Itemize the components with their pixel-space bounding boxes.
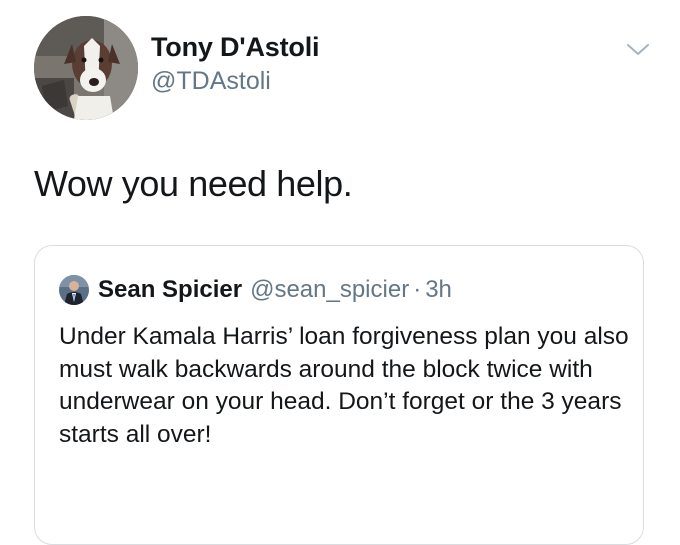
author-display-name[interactable]: Tony D'Astoli	[151, 30, 320, 64]
quoted-author-handle[interactable]: @sean_spicier	[250, 276, 409, 304]
quoted-author-display-name[interactable]: Sean Spicier	[98, 276, 242, 304]
tweet: Tony D'Astoli @TDAstoli Wow you need hel…	[0, 0, 680, 545]
chevron-down-icon[interactable]	[624, 40, 652, 60]
quoted-author-avatar	[59, 275, 89, 305]
man-in-suit-avatar	[59, 275, 89, 305]
author-avatar[interactable]	[34, 16, 138, 120]
quoted-tweet-timestamp[interactable]: 3h	[425, 276, 452, 304]
quoted-tweet-text: Under Kamala Harris’ loan forgiveness pl…	[59, 323, 629, 448]
tweet-text: Wow you need help.	[34, 163, 353, 204]
quoted-tweet-header: Sean Spicier @sean_spicier · 3h	[59, 274, 452, 306]
author-info: Tony D'Astoli @TDAstoli	[151, 30, 320, 97]
dog-photo-avatar	[34, 16, 138, 120]
separator-dot: ·	[413, 276, 422, 303]
quoted-tweet-card[interactable]: Sean Spicier @sean_spicier · 3h Under Ka…	[34, 245, 644, 545]
author-handle[interactable]: @TDAstoli	[151, 65, 319, 97]
